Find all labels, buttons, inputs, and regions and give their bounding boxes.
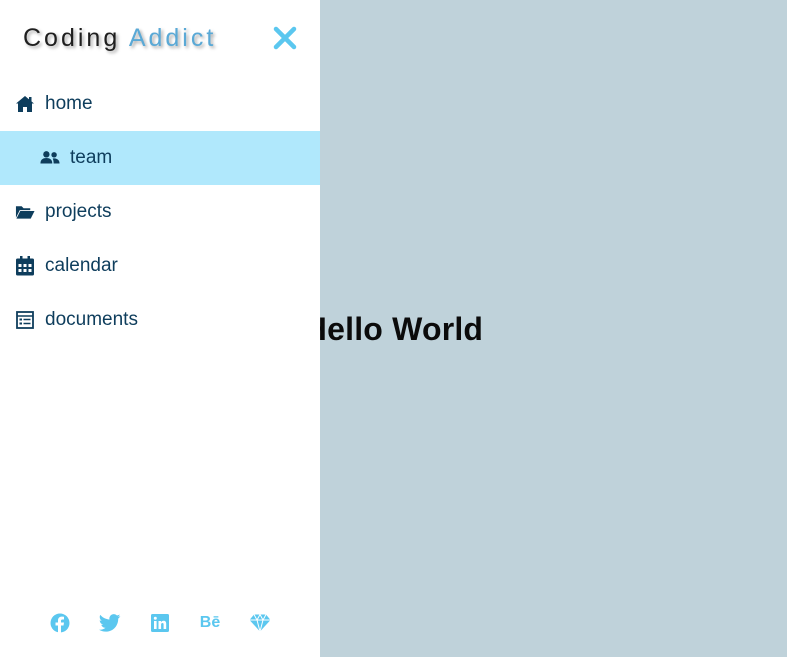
- sidebar-item-label: calendar: [45, 255, 118, 276]
- logo-text-primary: Coding: [23, 24, 121, 52]
- home-icon: [15, 94, 35, 114]
- sidebar-item-label: projects: [45, 201, 112, 222]
- users-icon: [40, 148, 60, 168]
- sidebar-item-calendar[interactable]: calendar: [0, 239, 320, 293]
- behance-icon[interactable]: Bē: [198, 610, 222, 636]
- sidebar-item-documents[interactable]: documents: [0, 293, 320, 347]
- sketch-icon[interactable]: [248, 610, 272, 636]
- sidebar-item-team[interactable]: team: [0, 131, 320, 185]
- sidebar-item-home[interactable]: home: [0, 77, 320, 131]
- behance-label: Bē: [199, 614, 221, 631]
- sidebar-header: Coding Addict: [0, 0, 320, 76]
- sidebar-item-label: documents: [45, 309, 138, 330]
- logo: Coding Addict: [23, 22, 216, 54]
- folder-open-icon: [15, 202, 35, 222]
- calendar-icon: [15, 256, 35, 276]
- close-icon[interactable]: [271, 24, 299, 52]
- sidebar: Coding Addict home team projects calenda…: [0, 0, 320, 657]
- sidebar-nav: home team projects calendar documents: [0, 77, 320, 347]
- twitter-icon[interactable]: [98, 610, 122, 636]
- sidebar-item-label: team: [70, 147, 113, 168]
- document-icon: [15, 310, 35, 330]
- sidebar-item-projects[interactable]: projects: [0, 185, 320, 239]
- social-links: Bē: [0, 610, 320, 636]
- sidebar-item-label: home: [45, 93, 93, 114]
- linkedin-icon[interactable]: [148, 610, 172, 636]
- facebook-icon[interactable]: [48, 610, 72, 636]
- logo-text-accent: Addict: [128, 24, 217, 52]
